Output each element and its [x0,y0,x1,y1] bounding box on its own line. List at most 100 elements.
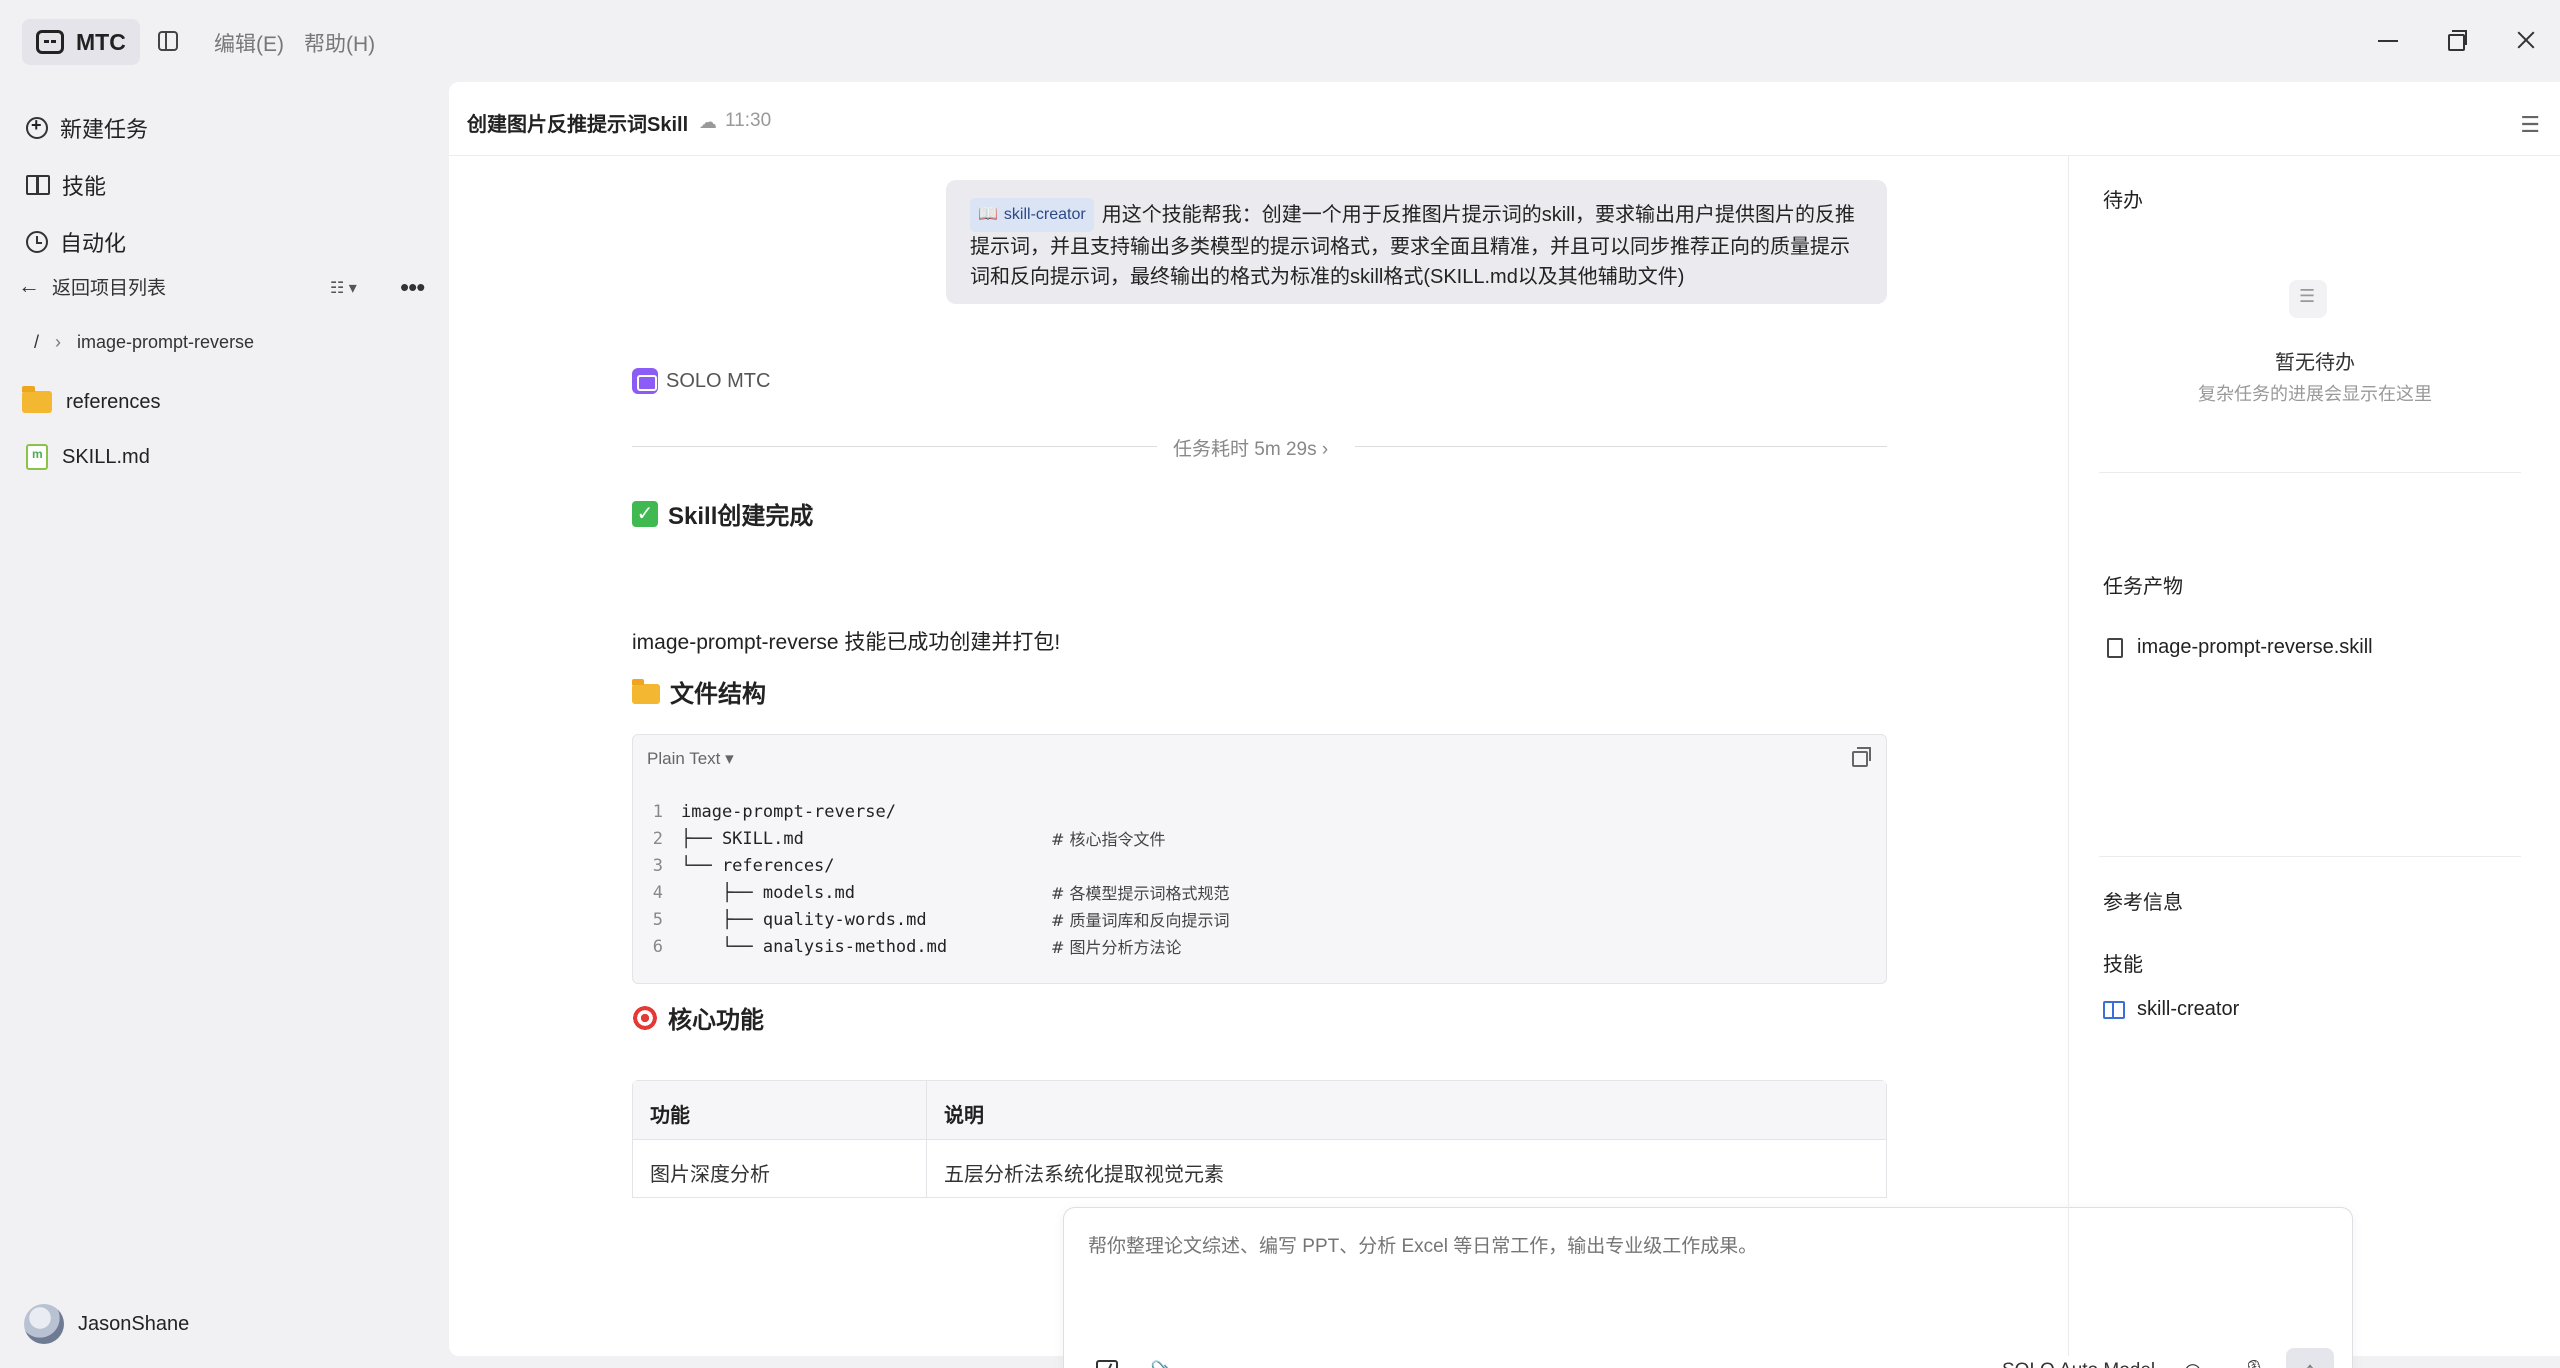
result-text: image-prompt-reverse 技能已成功创建并打包! [632,626,1060,656]
code-comment: # 核心指令文件 [1051,830,1166,849]
app-name: MTC [76,28,126,55]
restore-icon[interactable] [2444,28,2468,52]
model-selector[interactable]: SOLO Auto Model [2002,1360,2155,1368]
app-switcher[interactable]: MTC [22,19,140,65]
plus-circle-icon [26,115,48,139]
heading-done-text: Skill创建完成 [668,503,814,530]
code-text: └── references/ [681,856,835,876]
line-number: 6 [652,937,663,957]
code-comment: # 质量词库和反向提示词 [1051,911,1230,930]
arrow-up-icon: ↑ [2304,1357,2316,1368]
nav-new-task[interactable]: 新建任务 [26,108,148,148]
target-icon [632,1004,658,1031]
microphone-icon[interactable]: 🎙 [2242,1358,2267,1368]
arrow-left-icon: ← [18,273,40,298]
table-cell: 图片深度分析 [633,1140,927,1197]
task-title: 创建图片反推提示词Skill [467,114,689,136]
check-icon: ✓ [632,500,658,527]
file-item-skill-md[interactable]: SKILL.md [26,437,150,477]
agent-label: SOLO MTC [632,368,770,394]
book-icon [2103,1000,2125,1019]
result-name: image-prompt-reverse [632,631,839,654]
code-text: ├── SKILL.md [681,829,804,849]
main-panel: 创建图片反推提示词Skill ☁ 11:30 ☰ 📖 skill-creator… [449,82,2560,1368]
nav-skills[interactable]: 技能 [26,165,106,205]
title-bar: MTC 编辑(E) 帮助(H) [0,0,2560,82]
duration-text: 任务耗时 5m 29s [1173,439,1317,460]
heading-features: 核心功能 [632,1000,764,1035]
slash-command-icon[interactable] [1096,1360,1118,1368]
breadcrumb-root[interactable]: / [34,332,39,353]
table-row: 图片深度分析 五层分析法系统化提取视觉元素 [633,1139,1886,1197]
line-number: 3 [652,856,663,876]
code-language: Plain Text [647,749,721,768]
back-label: 返回项目列表 [52,277,167,299]
result-desc: 技能已成功创建并打包! [838,631,1061,654]
app-logo-icon [36,30,64,54]
user-message: 📖 skill-creator 用这个技能帮我：创建一个用于反推图片提示词的sk… [946,180,1887,304]
user-name: JasonShane [78,1312,190,1335]
code-text: ├── models.md [681,883,855,903]
code-text: image-prompt-reverse/ [681,802,896,822]
code-text: ├── quality-words.md [681,910,927,930]
more-options-icon[interactable]: ••• [400,272,425,303]
code-line: 3 └── references/ [633,853,1230,880]
menu-help[interactable]: 帮助(H) [304,28,375,58]
code-line: 1 image-prompt-reverse/ [633,799,1230,826]
clock-icon [26,231,48,253]
features-table: 功能 说明 图片深度分析 五层分析法系统化提取视觉元素 [632,1080,1887,1198]
code-text: └── analysis-method.md [681,937,948,957]
book-icon: 📖 [978,206,998,223]
copy-icon[interactable] [1852,747,1871,767]
nav-automation-label: 自动化 [60,231,127,256]
list-view-toggle-icon[interactable]: ☷ ▾ [330,278,368,298]
back-to-projects[interactable]: ← 返回项目列表 [18,266,438,306]
close-icon[interactable] [2514,28,2538,52]
line-number: 4 [652,883,663,903]
voice-chat-icon[interactable]: ◎ [2184,1358,2206,1368]
skill-reference[interactable]: skill-creator [2103,998,2239,1021]
agent-logo-icon [632,368,658,394]
code-comment: # 各模型提示词格式规范 [1051,884,1230,903]
code-line: 2 ├── SKILL.md # 核心指令文件 [633,826,1230,853]
skill-chip-label: skill-creator [1003,206,1086,223]
user-message-text: 用这个技能帮我：创建一个用于反推图片提示词的skill，要求输出用户提供图片的反… [970,204,1856,288]
skills-title: 技能 [2103,954,2143,976]
nav-new-task-label: 新建任务 [60,117,149,142]
chevron-right-icon: › [1321,439,1329,460]
breadcrumb-folder[interactable]: image-prompt-reverse [77,332,254,353]
todo-empty-desc: 复杂任务的进展会显示在这里 [2198,384,2432,404]
file-name: SKILL.md [62,445,150,468]
paperclip-icon[interactable]: 📎 [1150,1360,1177,1368]
table-header: 功能 说明 [633,1081,1886,1139]
table-cell: 五层分析法系统化提取视觉元素 [944,1164,1224,1186]
file-name: references [66,390,161,413]
code-language-select[interactable]: Plain Text ▾ [647,749,734,769]
divider [2099,856,2521,857]
code-line: 5 ├── quality-words.md # 质量词库和反向提示词 [633,907,1230,934]
agent-name: SOLO MTC [666,369,771,392]
artifact-file[interactable]: image-prompt-reverse.skill [2107,636,2373,659]
sidebar-toggle-icon[interactable] [158,31,178,51]
nav-skills-label: 技能 [62,174,107,199]
code-line: 4 ├── models.md # 各模型提示词格式规范 [633,880,1230,907]
heading-done: ✓ Skill创建完成 [632,496,813,531]
avatar [24,1304,64,1344]
menu-edit[interactable]: 编辑(E) [214,28,284,58]
divider [2099,472,2521,473]
folder-icon [632,678,660,704]
conversation: 📖 skill-creator 用这个技能帮我：创建一个用于反推图片提示词的sk… [449,156,2067,1356]
file-item-references[interactable]: references [22,382,161,422]
minimize-icon[interactable] [2376,28,2400,52]
skill-chip[interactable]: 📖 skill-creator [970,198,1094,232]
table-header-cell: 说明 [944,1105,984,1127]
user-profile[interactable]: JasonShane [24,1304,189,1344]
code-line: 6 └── analysis-method.md # 图片分析方法论 [633,934,1230,961]
heading-structure-text: 文件结构 [670,681,766,708]
right-panel-toggle-icon[interactable]: ☰ [2520,112,2540,138]
todo-list-icon [2289,280,2327,318]
nav-automation[interactable]: 自动化 [26,222,126,262]
folder-icon [22,386,52,413]
task-duration[interactable]: 任务耗时 5m 29s › [1173,434,1328,461]
code-comment: # 图片分析方法论 [1051,938,1182,957]
